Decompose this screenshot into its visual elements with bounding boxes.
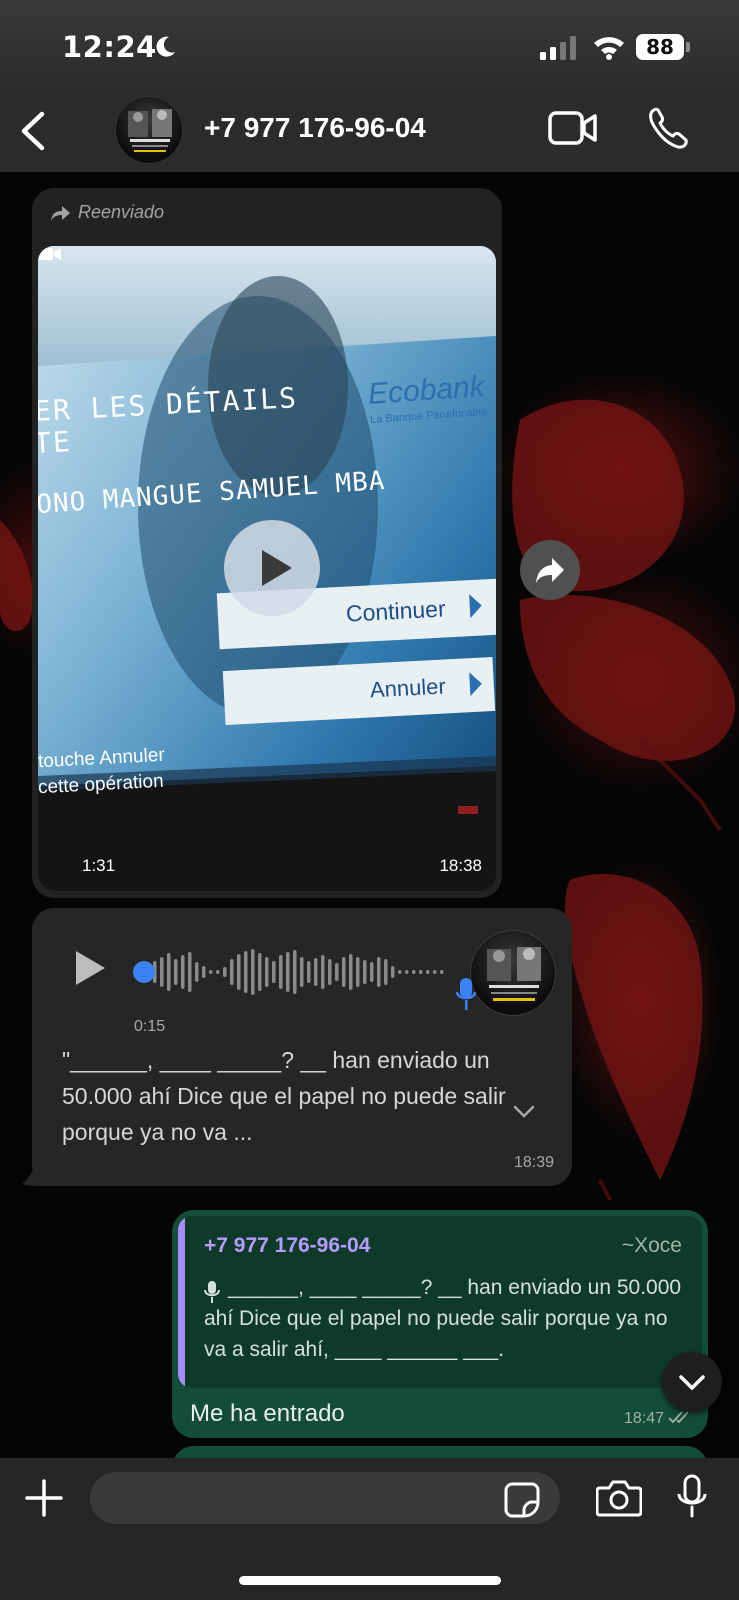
status-bar: 12:24 88 <box>0 0 739 90</box>
quoted-message[interactable]: +7 977 176-96-04 ~Xoce ______, ____ ____… <box>178 1216 702 1388</box>
waveform-bar <box>265 957 269 987</box>
waveform-bar <box>370 962 374 982</box>
waveform-bar <box>230 959 234 985</box>
waveform-bar <box>433 970 437 974</box>
waveform-bar <box>181 955 185 989</box>
waveform-bar <box>272 961 276 983</box>
plus-icon[interactable] <box>24 1478 64 1518</box>
waveform-bar <box>202 966 206 978</box>
quote-accent-bar <box>178 1216 185 1388</box>
camera-icon[interactable] <box>596 1478 642 1518</box>
voice-waveform[interactable] <box>132 944 462 1000</box>
battery-icon <box>686 42 690 52</box>
chevron-right-icon <box>469 671 483 697</box>
waveform-bar <box>286 952 290 992</box>
video-call-icon[interactable] <box>548 110 598 146</box>
quoted-author: +7 977 176-96-04 <box>204 1234 371 1257</box>
waveform-bar <box>293 950 297 994</box>
chevron-down-icon[interactable] <box>512 1104 536 1120</box>
waveform-bar <box>300 957 304 987</box>
waveform-bar <box>167 953 171 991</box>
waveform-bar <box>216 970 220 974</box>
share-arrow-icon <box>536 558 564 583</box>
screen-line-2: TE <box>38 425 73 460</box>
waveform-bar <box>244 951 248 993</box>
microphone-icon[interactable] <box>676 1474 708 1520</box>
waveform-bar <box>391 966 395 978</box>
waveform-bar <box>251 949 255 995</box>
waveform-bar <box>237 954 241 990</box>
video-message[interactable]: Reenviado ER LES DÉTAILS TE Ecobank La B… <box>32 188 502 898</box>
chevron-down-icon <box>679 1375 705 1390</box>
signal-icon <box>540 36 576 60</box>
waveform-bar <box>223 967 227 977</box>
sender-avatar <box>470 930 556 1016</box>
waveform-bar <box>419 970 423 974</box>
video-camera-icon <box>38 248 61 260</box>
quoted-text: ______, ____ _____? __ han enviado un 50… <box>204 1276 682 1361</box>
waveform-bar <box>314 958 318 986</box>
moon-icon <box>156 36 175 57</box>
waveform-bar <box>405 970 409 974</box>
waveform-bar <box>398 970 402 974</box>
waveform-bar <box>160 957 164 987</box>
reply-timestamp: 18:47 <box>623 1410 664 1427</box>
forwarded-label: Reenviado <box>78 202 165 222</box>
waveform-bar <box>356 957 360 987</box>
video-thumbnail[interactable]: ER LES DÉTAILS TE Ecobank La Banque Pana… <box>38 246 496 891</box>
video-duration: 1:31 <box>82 856 116 875</box>
waveform-bar <box>342 957 346 987</box>
message-input[interactable] <box>90 1472 560 1524</box>
waveform-bar <box>328 959 332 985</box>
play-icon <box>262 550 292 586</box>
waveform-bar <box>279 955 283 989</box>
waveform-bar <box>188 952 192 992</box>
double-check-icon <box>668 1411 689 1424</box>
waveform-bar <box>335 963 339 981</box>
forward-button[interactable] <box>520 540 580 600</box>
waveform-bar <box>349 954 353 990</box>
waveform-bar <box>258 953 262 991</box>
contact-avatar[interactable] <box>115 96 183 164</box>
play-video-button[interactable] <box>224 520 320 616</box>
voice-transcript: "______, ____ _____? __ han enviado un 5… <box>62 1047 506 1145</box>
scroll-to-bottom-button[interactable] <box>662 1352 722 1412</box>
contact-name[interactable]: +7 977 176-96-04 <box>204 112 426 144</box>
screen-cancel-label: Annuler <box>369 673 447 703</box>
waveform-bar <box>307 961 311 983</box>
back-icon[interactable] <box>14 108 54 154</box>
wifi-icon <box>594 37 624 60</box>
screen-continue-label: Continuer <box>345 595 447 627</box>
bubble-tail <box>22 1160 60 1186</box>
voice-message[interactable]: 0:15 "______, ____ _____? __ han enviado… <box>32 908 572 1186</box>
playback-position[interactable] <box>133 961 155 983</box>
waveform-bar <box>209 970 213 974</box>
chevron-right-icon <box>469 593 483 619</box>
status-time: 12:24 <box>62 30 157 64</box>
forward-arrow-icon <box>51 206 70 221</box>
message-composer <box>0 1458 739 1600</box>
outgoing-reply-message[interactable]: +7 977 176-96-04 ~Xoce ______, ____ ____… <box>172 1210 708 1438</box>
waveform-bar <box>174 959 178 985</box>
play-icon[interactable] <box>72 948 108 988</box>
phone-icon[interactable] <box>646 106 690 150</box>
waveform-bar <box>412 970 416 974</box>
waveform-bar <box>195 962 199 982</box>
video-timestamp: 18:38 <box>439 856 482 875</box>
voice-duration: 0:15 <box>134 1018 166 1035</box>
waveform-bar <box>384 959 388 985</box>
voice-timestamp: 18:39 <box>513 1154 554 1171</box>
sticker-icon[interactable] <box>504 1482 540 1518</box>
waveform-bar <box>426 970 430 974</box>
waveform-bar <box>321 955 325 989</box>
waveform-bar <box>440 970 444 974</box>
mic-badge-icon <box>456 978 476 1010</box>
battery-level: 88 <box>636 34 684 60</box>
waveform-bar <box>377 957 381 987</box>
quoted-alias: ~Xoce <box>621 1234 682 1257</box>
chat-header: +7 977 176-96-04 <box>0 90 739 172</box>
home-indicator <box>239 1576 501 1585</box>
reply-text: Me ha entrado <box>190 1400 345 1427</box>
waveform-bar <box>363 960 367 984</box>
